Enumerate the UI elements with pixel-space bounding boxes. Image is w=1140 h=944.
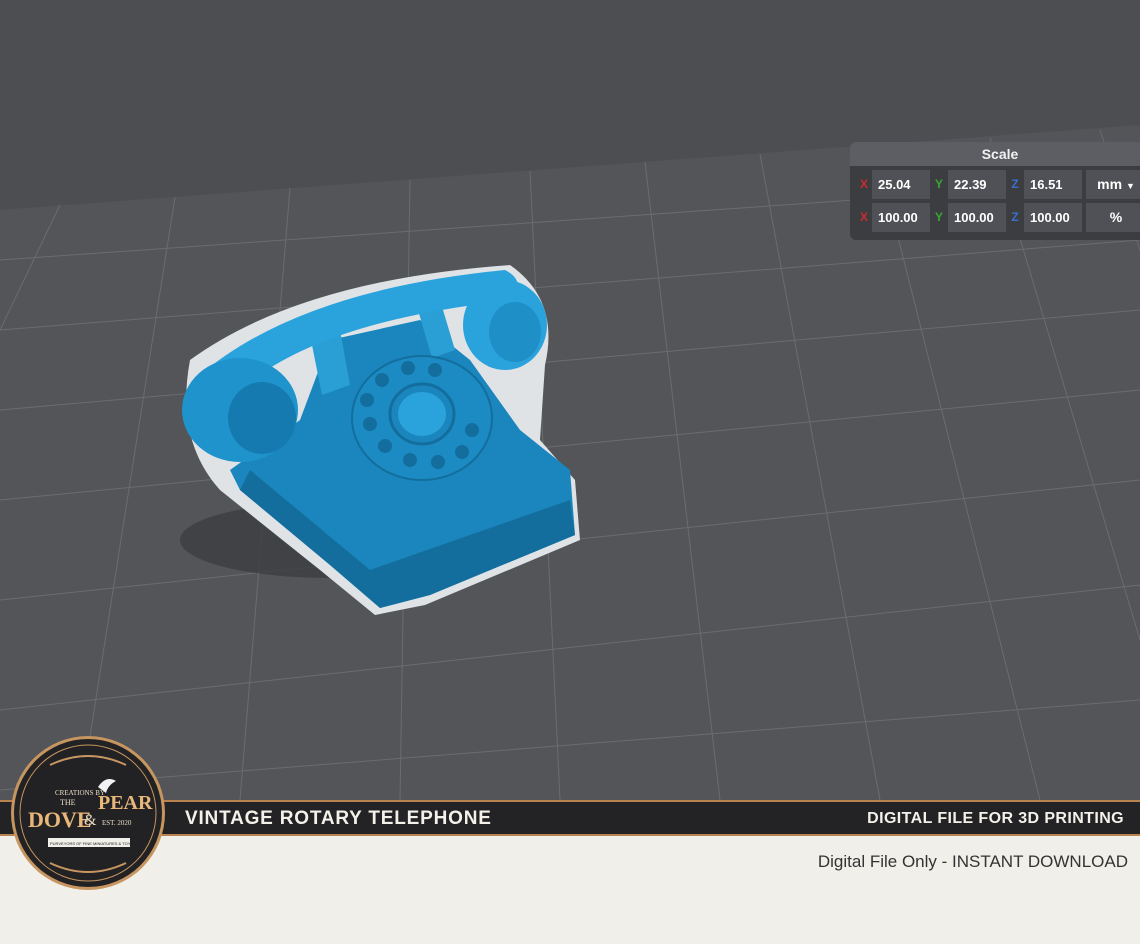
percent-x-axis-label: X: [859, 210, 868, 224]
logo-the-text: THE: [60, 798, 76, 807]
percent-unit-label: %: [1086, 203, 1140, 232]
percent-y-axis-label: Y: [934, 210, 943, 224]
logo-dove-text: DOVE: [28, 807, 92, 832]
percent-y-field[interactable]: 100.00: [948, 203, 1006, 232]
caret-down-icon: ▼: [1125, 181, 1135, 191]
percent-x-field[interactable]: 100.00: [872, 203, 930, 232]
size-z-field[interactable]: 16.51: [1024, 170, 1082, 199]
banner-tagline: DIGITAL FILE FOR 3D PRINTING: [867, 810, 1124, 827]
unit-label: mm: [1097, 176, 1123, 192]
logo-tagline-text: PURVEYORS OF FINE MINIATURES & TOYS: [50, 841, 133, 846]
logo-est-text: EST. 2020: [102, 819, 132, 827]
logo-amp-text: &: [84, 812, 97, 829]
percent-z-axis-label: Z: [1011, 210, 1019, 224]
download-note: Digital File Only - INSTANT DOWNLOAD: [817, 852, 1128, 871]
telephone-model[interactable]: [0, 0, 1140, 800]
scale-y-axis-label: Y: [934, 177, 943, 191]
size-y-field[interactable]: 22.39: [948, 170, 1006, 199]
scale-z-axis-label: Z: [1011, 177, 1019, 191]
product-banner: VINTAGE ROTARY TELEPHONE DIGITAL FILE FO…: [0, 800, 1140, 836]
percent-z-field[interactable]: 100.00: [1024, 203, 1082, 232]
size-x-field[interactable]: 25.04: [872, 170, 930, 199]
scale-x-axis-label: X: [859, 177, 868, 191]
unit-dropdown[interactable]: mm ▼: [1086, 170, 1140, 199]
logo-pear-text: PEAR: [98, 792, 153, 814]
product-title: VINTAGE ROTARY TELEPHONE: [185, 808, 492, 829]
3d-viewport[interactable]: Scale X 25.04 Y 22.39 Z 16.51 mm ▼ X 100…: [0, 0, 1140, 800]
dove-and-pear-logo: CREATIONS BY THE DOVE & PEAR EST. 2020 P…: [11, 736, 165, 890]
scale-panel-title: Scale: [850, 142, 1140, 166]
